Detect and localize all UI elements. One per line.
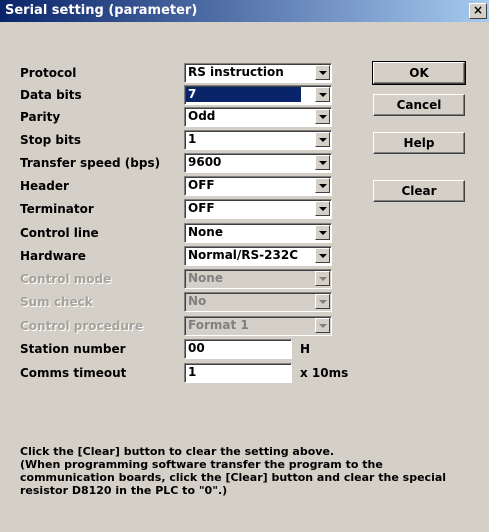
header-label: Header [20, 179, 69, 193]
row-control-line: Control line None [0, 223, 489, 243]
row-sum-check: Sum check No [0, 292, 489, 312]
chevron-down-icon[interactable] [315, 201, 330, 216]
hardware-label: Hardware [20, 249, 86, 263]
comms-timeout-field[interactable]: 1 [184, 363, 292, 383]
parity-value: Odd [188, 109, 216, 123]
terminator-select[interactable]: OFF [184, 199, 332, 219]
chevron-down-icon[interactable] [315, 155, 330, 170]
instruction-note: Click the [Clear] button to clear the se… [20, 445, 447, 497]
sum-check-label-text: Sum check [20, 295, 93, 309]
control-procedure-label-text: Control procedure [20, 319, 143, 333]
chevron-down-icon[interactable] [315, 225, 330, 240]
transfer-speed-select[interactable]: 9600 [184, 153, 332, 173]
chevron-down-icon[interactable] [315, 248, 330, 263]
comms-timeout-label: Comms timeout [20, 366, 127, 380]
chevron-down-icon[interactable] [315, 65, 330, 80]
chevron-down-icon [315, 318, 330, 333]
row-hardware: Hardware Normal/RS-232C [0, 246, 489, 266]
control-mode-value: None [188, 271, 223, 285]
header-select[interactable]: OFF [184, 176, 332, 196]
protocol-label: Protocol [20, 66, 77, 80]
timeout-unit: x 10ms [300, 366, 349, 380]
clear-button[interactable]: Clear [373, 180, 465, 202]
stop-bits-label: Stop bits [20, 133, 81, 147]
terminator-value: OFF [188, 201, 215, 215]
sum-check-label: Sum check [20, 295, 93, 309]
control-line-label: Control line [20, 226, 99, 240]
stop-bits-value: 1 [188, 132, 197, 146]
row-control-procedure: Control procedure Format 1 [0, 316, 489, 336]
control-procedure-label: Control procedure [20, 319, 143, 333]
data-bits-label: Data bits [20, 88, 82, 102]
cancel-button[interactable]: Cancel [373, 94, 465, 116]
chevron-down-icon [315, 271, 330, 286]
protocol-select[interactable]: RS instruction [184, 63, 332, 83]
hardware-value: Normal/RS-232C [188, 248, 299, 262]
chevron-down-icon[interactable] [315, 132, 330, 147]
header-value: OFF [188, 178, 215, 192]
close-icon[interactable]: × [469, 3, 487, 19]
control-mode-select: None [184, 269, 332, 289]
chevron-down-icon[interactable] [315, 87, 330, 102]
hardware-select[interactable]: Normal/RS-232C [184, 246, 332, 266]
control-mode-label: Control mode [20, 272, 111, 286]
control-line-select[interactable]: None [184, 223, 332, 243]
station-number-value: 00 [188, 341, 205, 355]
serial-setting-dialog: Serial setting (parameter) × Protocol RS… [0, 0, 489, 532]
chevron-down-icon[interactable] [315, 109, 330, 124]
chevron-down-icon[interactable] [315, 178, 330, 193]
station-number-label: Station number [20, 342, 126, 356]
station-number-field[interactable]: 00 [184, 339, 292, 359]
title-bar: Serial setting (parameter) × [0, 0, 489, 22]
chevron-down-icon [315, 294, 330, 309]
transfer-speed-value: 9600 [188, 155, 222, 169]
sum-check-value: No [188, 294, 207, 308]
terminator-label: Terminator [20, 202, 94, 216]
row-terminator: Terminator OFF [0, 199, 489, 219]
parity-label: Parity [20, 110, 61, 124]
control-procedure-value: Format 1 [188, 318, 249, 332]
row-transfer-speed: Transfer speed (bps) 9600 [0, 153, 489, 173]
help-button[interactable]: Help [373, 132, 465, 154]
ok-button[interactable]: OK [372, 61, 466, 85]
comms-timeout-value: 1 [188, 365, 197, 379]
control-line-value: None [188, 225, 223, 239]
sum-check-select: No [184, 292, 332, 312]
window-title: Serial setting (parameter) [5, 3, 198, 18]
data-bits-select[interactable]: 7 [184, 85, 332, 105]
row-comms-timeout: Comms timeout 1 x 10ms [0, 363, 489, 383]
data-bits-value: 7 [186, 87, 301, 102]
transfer-speed-label: Transfer speed (bps) [20, 156, 161, 170]
stop-bits-select[interactable]: 1 [184, 130, 332, 150]
row-station-number: Station number 00 H [0, 339, 489, 359]
protocol-value: RS instruction [188, 65, 284, 79]
control-mode-label-text: Control mode [20, 272, 112, 286]
station-unit: H [300, 342, 311, 356]
row-control-mode: Control mode None [0, 269, 489, 289]
parity-select[interactable]: Odd [184, 107, 332, 127]
control-procedure-select: Format 1 [184, 316, 332, 336]
